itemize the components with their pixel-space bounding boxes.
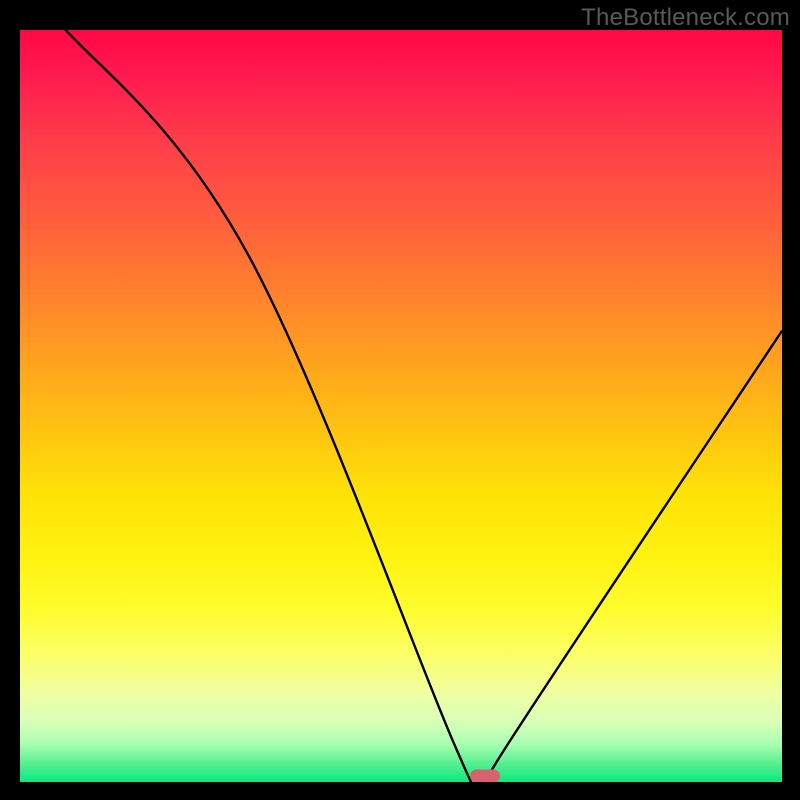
plot-area [20, 30, 782, 782]
bottleneck-curve [20, 30, 782, 782]
optimal-point-marker [470, 769, 500, 782]
curve-path [20, 30, 782, 782]
chart-frame: TheBottleneck.com [0, 0, 800, 800]
watermark-text: TheBottleneck.com [581, 4, 790, 32]
